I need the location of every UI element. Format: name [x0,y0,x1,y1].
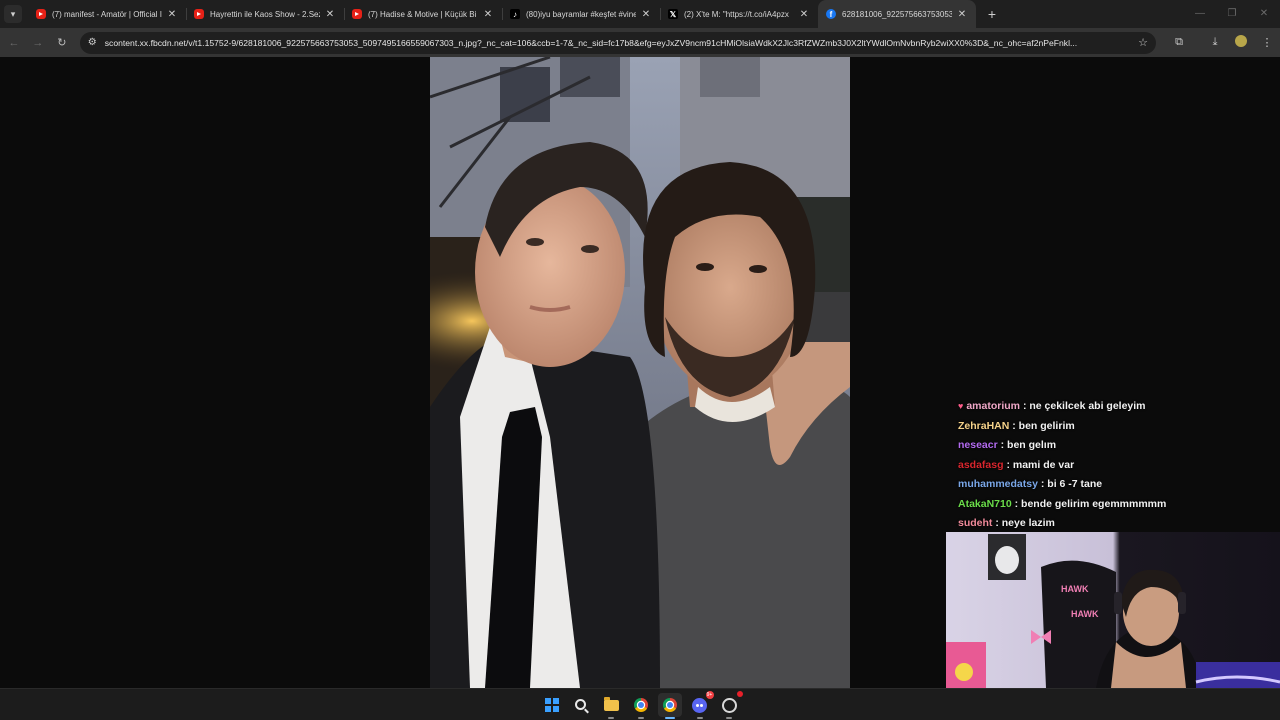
stream-chat-overlay: ♥ amatorium : ne çekilcek abi geleyim Zeh… [958,397,1278,534]
windows-logo-icon [545,698,559,712]
new-tab-button[interactable]: + [980,6,1004,22]
discord-button[interactable]: 9+ [688,691,714,719]
chat-text: : bende gelirim egemmmmmm [1014,497,1167,510]
url-text[interactable]: scontent.xx.fbcdn.net/v/t1.15752-9/62818… [105,38,1130,48]
chrome-active-button[interactable] [658,693,682,719]
browser-tab-strip: ▾ (7) manifest - Amatör | Official I ✕ H… [0,0,1280,28]
chat-text: : ben gelım [1000,439,1057,451]
close-tab-icon[interactable]: ✕ [482,9,494,20]
chat-text: : bi 6 -7 tane [1040,478,1103,490]
discord-icon [692,697,707,713]
x-icon: 𝕏 [668,9,678,19]
chair-brand-text-lower: HAWK [1071,609,1099,619]
minimize-icon[interactable]: — [1184,0,1216,28]
tab-title: (7) manifest - Amatör | Official I [52,9,162,19]
chat-message: ZehraHAN : ben gelirim [958,417,1278,437]
youtube-icon [352,9,362,19]
chat-username: neseacr [958,439,998,451]
reload-icon[interactable]: ↻ [50,36,74,49]
tiktok-icon: ♪ [510,9,520,19]
forward-arrow-icon[interactable]: → [26,37,50,49]
chat-message: sudeht : neye lazim [958,514,1278,534]
chat-text: : mami de var [1006,458,1075,471]
webcam-image: HAWK HAWK [946,532,1280,688]
chat-username: ZehraHAN [958,419,1010,432]
browser-tab[interactable]: 𝕏 (2) X'te M: "https://t.co/iA4pzx ✕ [660,0,818,28]
site-info-icon[interactable]: ⚙ [88,37,97,48]
chair-brand-text: HAWK [1061,584,1089,594]
close-tab-icon[interactable]: ✕ [798,9,810,20]
extensions-icon[interactable]: ⧉ [1166,36,1192,49]
taskbar-search-button[interactable] [570,693,594,717]
windows-taskbar: 9+ [0,688,1280,720]
tab-title: 628181006_922575663753053 [842,9,952,19]
tab-title: (2) X'te M: "https://t.co/iA4pzx [684,9,789,19]
start-button[interactable] [540,693,564,717]
close-window-icon[interactable]: ✕ [1248,0,1280,28]
folder-icon [603,696,619,711]
address-bar[interactable]: ⚙ scontent.xx.fbcdn.net/v/t1.15752-9/628… [79,31,1157,54]
chat-message: muhammedatsy : bi 6 -7 tane [958,475,1278,495]
obs-button[interactable] [717,691,743,719]
displayed-photo[interactable] [430,57,850,688]
close-tab-icon[interactable]: ✕ [166,9,178,20]
menu-kebab-icon[interactable]: ⋮ [1254,36,1280,49]
chat-message: ♥ amatorium : ne çekilcek abi geleyim [958,397,1278,417]
chrome-icon [633,698,648,712]
streamer-webcam: HAWK HAWK [946,532,1280,688]
chrome-button[interactable] [629,693,653,719]
photo-image [430,57,850,688]
bookmark-star-icon[interactable]: ☆ [1138,36,1148,49]
youtube-icon [36,9,46,19]
chat-username: sudeht [958,517,993,529]
notification-badge: 9+ [705,691,714,699]
search-icon [575,698,586,710]
heart-badge-icon: ♥ [958,401,964,411]
download-icon[interactable]: ⤓ [1202,36,1228,49]
chat-message: neseacr : ben gelım [958,436,1278,456]
chat-text: : neye lazim [995,517,1055,529]
close-tab-icon[interactable]: ✕ [640,9,652,20]
window-controls: — ❐ ✕ [1184,0,1280,28]
tab-title: (80)iyu bayramlar #keşfet #vine [526,9,636,19]
maximize-icon[interactable]: ❐ [1216,0,1248,28]
chat-message: AtakaN710 : bende gelirim egemmmmmm [958,495,1278,515]
recording-dot-icon [737,691,743,697]
tab-search-button[interactable]: ▾ [4,5,22,23]
chat-username: AtakaN710 [958,497,1012,510]
chat-text: : ben gelirim [1012,419,1075,432]
browser-tab-active[interactable]: f 628181006_922575663753053 ✕ [818,0,976,28]
back-arrow-icon[interactable]: ← [2,37,26,49]
chat-username: asdafasg [958,458,1004,471]
tab-title: Hayrettin ile Kaos Show - 2.Sez [210,9,320,19]
tab-title: (7) Hadise & Motive | Küçük Bi [368,9,477,19]
browser-tab[interactable]: Hayrettin ile Kaos Show - 2.Sez ✕ [186,0,344,28]
close-tab-icon[interactable]: ✕ [956,9,968,20]
chat-message: asdafasg : mami de var [958,456,1278,476]
file-explorer-button[interactable] [599,693,623,719]
profile-avatar[interactable] [1228,35,1254,50]
browser-tab[interactable]: (7) Hadise & Motive | Küçük Bi ✕ [344,0,502,28]
chrome-icon [663,698,677,712]
chat-username: amatorium [966,400,1021,412]
facebook-icon: f [826,9,836,19]
close-tab-icon[interactable]: ✕ [324,9,336,20]
chat-username: muhammedatsy [958,478,1038,490]
youtube-icon [194,9,204,19]
obs-icon [721,697,737,713]
browser-tab[interactable]: ♪ (80)iyu bayramlar #keşfet #vine ✕ [502,0,660,28]
browser-tab[interactable]: (7) manifest - Amatör | Official I ✕ [28,0,186,28]
chat-text: : ne çekilcek abi geleyim [1022,400,1146,412]
browser-toolbar: ← → ↻ ⚙ scontent.xx.fbcdn.net/v/t1.15752… [0,28,1280,57]
